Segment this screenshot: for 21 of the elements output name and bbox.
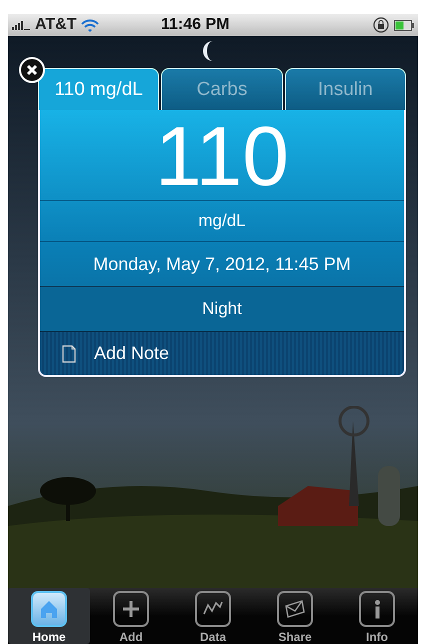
tab-bar-item[interactable]: Home (8, 588, 90, 644)
note-icon (62, 344, 76, 362)
tab-bar-item[interactable]: Info (336, 588, 418, 644)
glucose-value: 110 (154, 110, 290, 200)
info-icon (374, 600, 380, 618)
moon-icon (203, 40, 214, 62)
envelope-icon (283, 597, 307, 621)
glucose-unit: mg/dL (40, 200, 404, 241)
status-time: 11:46 PM (161, 16, 230, 34)
close-button[interactable] (19, 57, 45, 83)
tab-bar-item[interactable]: Share (254, 588, 336, 644)
signal-icon (12, 20, 30, 30)
carrier-name: AT&T (35, 16, 76, 34)
wifi-icon (81, 18, 100, 32)
time-period[interactable]: Night (40, 286, 404, 331)
close-icon (26, 64, 38, 76)
tab-bar-item[interactable]: Data (172, 588, 254, 644)
add-note-button[interactable]: Add Note (40, 331, 404, 375)
rotation-lock-icon (373, 17, 389, 33)
battery-icon (394, 20, 414, 30)
tab-bar-item[interactable]: Add (90, 588, 172, 644)
